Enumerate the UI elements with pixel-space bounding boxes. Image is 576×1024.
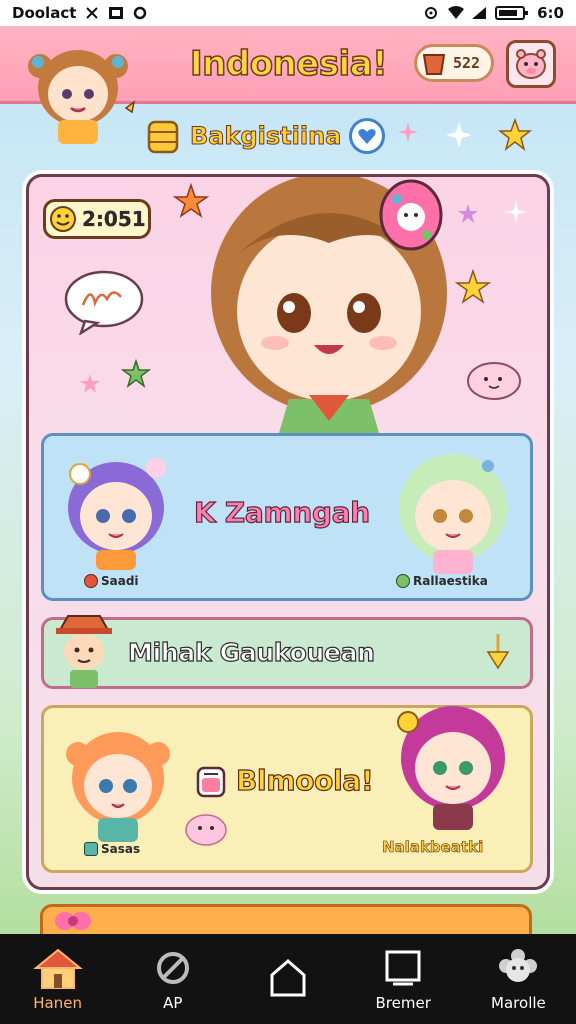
sparkle-icon (396, 120, 420, 148)
status-bar: Doolact 6:0 (0, 0, 576, 26)
cloud-face-icon (182, 808, 230, 848)
green-badge-icon (396, 574, 410, 588)
nav-label: Marolle (491, 994, 546, 1012)
carrier-label: Doolact (12, 4, 77, 22)
hint-button[interactable] (478, 630, 518, 674)
nav-home[interactable]: Hanen (0, 934, 115, 1024)
nav-tools[interactable]: AP (115, 934, 230, 1024)
magenta-character (388, 692, 518, 832)
hero-character[interactable] (179, 177, 479, 433)
nav-label: Hanen (33, 994, 82, 1012)
tv-icon (377, 946, 429, 990)
message-icon (108, 6, 124, 20)
pin-icon (485, 632, 511, 672)
bow-icon (53, 909, 93, 933)
coin-counter[interactable]: 522 (414, 44, 494, 82)
battery-icon (495, 5, 529, 21)
nav-profile[interactable]: Marolle (461, 934, 576, 1024)
star-icon (79, 373, 101, 399)
cloud-face-icon (465, 355, 523, 407)
pet-button[interactable] (506, 40, 556, 88)
profile-avatar[interactable] (18, 36, 138, 146)
heart-badge-icon[interactable] (349, 118, 386, 154)
speech-bubble-icon (63, 269, 145, 336)
nav-label: Bremer (375, 994, 431, 1012)
row-title: K Zamngah (193, 495, 370, 529)
potion-icon (194, 762, 228, 800)
right-character-tag: Rallaestika (396, 574, 488, 588)
character-row-card[interactable]: K Zamngah Saadi Rallaestika (41, 433, 533, 601)
nav-label: AP (163, 994, 183, 1012)
event-row-card[interactable]: Sasas Blmoola! Nalakbeatki (41, 705, 533, 873)
star-icon (172, 182, 210, 223)
orange-character (58, 718, 178, 842)
pig-face-icon (513, 47, 549, 81)
signal-icon (471, 6, 487, 20)
guild-row[interactable]: Bakgistiina (144, 112, 386, 160)
row-title: Mihak Gaukouean (127, 637, 375, 667)
bottom-nav: Hanen AP Bremer Marolle (0, 934, 576, 1024)
star-icon (454, 268, 492, 309)
sync-icon (84, 6, 100, 20)
hotspot-icon (423, 6, 439, 20)
left-character-tag: Saadi (84, 574, 139, 588)
refresh-icon (132, 6, 148, 20)
home-outline-icon (262, 955, 314, 999)
flower-icon (492, 946, 544, 990)
page-title: Indonesia! (189, 43, 388, 85)
sparkle-icon (503, 199, 529, 229)
coin-count: 522 (453, 54, 481, 72)
clock-time: 6:0 (537, 4, 564, 22)
timer-value: 2:051 (82, 207, 146, 231)
red-badge-icon (84, 574, 98, 588)
gem-icon (421, 49, 447, 77)
nav-main[interactable] (230, 934, 345, 1024)
wrench-icon (147, 946, 199, 990)
right-character-tag: Nalakbeatki (382, 838, 484, 857)
star-icon (497, 117, 533, 156)
mint-character (388, 446, 518, 574)
star-icon (457, 203, 479, 229)
sparkle-icon (444, 120, 474, 154)
left-character-tag: Sasas (84, 842, 140, 856)
wifi-icon (447, 6, 465, 20)
teal-badge-icon (84, 842, 98, 856)
house-icon (32, 946, 84, 990)
row-title: Blmoola! (235, 763, 374, 797)
coin-stack-icon (144, 116, 182, 156)
smiley-icon (48, 204, 78, 234)
nav-screen[interactable]: Bremer (346, 934, 461, 1024)
farmer-character (52, 612, 116, 688)
guild-name: Bakgistiina (189, 122, 342, 151)
quest-row-card[interactable]: Mihak Gaukouean (41, 615, 533, 689)
star-icon (120, 358, 152, 393)
purple-character (56, 450, 176, 570)
timer-badge[interactable]: 2:051 (43, 199, 151, 239)
main-card: 2:051 K Zamngah Saadi Rallaestika Mihak … (26, 174, 550, 890)
